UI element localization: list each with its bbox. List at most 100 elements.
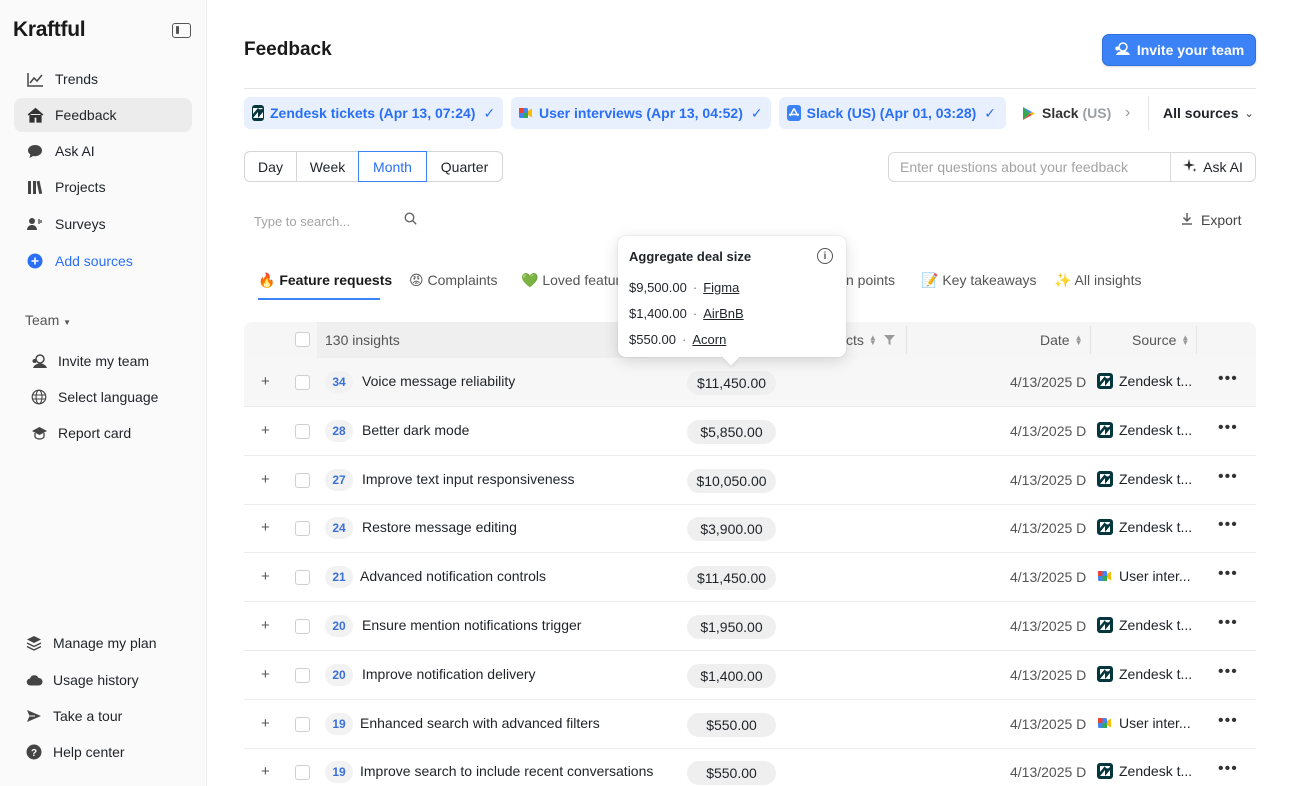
deal-size-pill[interactable]: $1,950.00 — [687, 615, 776, 639]
sidebar-item-ask-ai[interactable]: Ask AI — [14, 134, 192, 168]
expand-row-icon[interactable]: + — [261, 568, 270, 585]
row-checkbox[interactable] — [295, 423, 310, 439]
table-row[interactable]: +19 Improve search to include recent conv… — [244, 748, 1256, 786]
all-sources-dropdown[interactable]: All sources ⌄ — [1163, 105, 1254, 121]
source-chip-slack-us[interactable]: Slack (US) (Apr 01, 03:28) ✓ — [779, 97, 1006, 129]
app-logo[interactable]: Kraftful — [13, 18, 86, 42]
row-checkbox[interactable] — [295, 716, 310, 732]
deal-size-pill[interactable]: $11,450.00 — [687, 566, 776, 591]
invite-team-button[interactable]: Invite your team — [1102, 34, 1256, 66]
sidebar-item-manage-plan[interactable]: Manage my plan — [25, 634, 157, 652]
more-options-icon[interactable]: ••• — [1218, 370, 1238, 388]
deal-size-pill[interactable]: $550.00 — [687, 712, 776, 737]
sidebar-item-take-tour[interactable]: Take a tour — [25, 707, 122, 725]
tab-complaints[interactable]: 😡 Complaints — [409, 272, 498, 289]
tab-all-insights[interactable]: ✨ All insights — [1054, 272, 1141, 289]
period-day-button[interactable]: Day — [244, 151, 297, 182]
deal-size-pill[interactable]: $5,850.00 — [687, 419, 776, 444]
more-options-icon[interactable]: ••• — [1218, 516, 1238, 534]
expand-row-icon[interactable]: + — [261, 715, 270, 732]
insight-title[interactable]: Ensure mention notifications trigger — [362, 617, 581, 633]
deal-size-pill[interactable]: $3,900.00 — [687, 517, 776, 542]
company-link[interactable]: Figma — [703, 280, 739, 295]
sidebar-item-select-language[interactable]: Select language — [30, 388, 158, 406]
export-button[interactable]: Export — [1181, 212, 1241, 228]
expand-row-icon[interactable]: + — [261, 422, 270, 439]
source-chip-user-interviews[interactable]: User interviews (Apr 13, 04:52) ✓ — [511, 97, 771, 129]
row-checkbox[interactable] — [295, 619, 310, 634]
more-options-icon[interactable]: ••• — [1218, 760, 1238, 778]
search-icon[interactable] — [404, 212, 417, 228]
row-checkbox[interactable] — [295, 375, 310, 390]
deal-size-pill[interactable]: $10,050.00 — [687, 468, 776, 493]
company-link[interactable]: Acorn — [692, 332, 726, 347]
team-section-toggle[interactable]: Team ▼ — [25, 312, 71, 328]
more-options-icon[interactable]: ••• — [1218, 565, 1238, 583]
insight-title[interactable]: Better dark mode — [362, 422, 469, 438]
insight-title[interactable]: Advanced notification controls — [360, 568, 546, 584]
sidebar-item-feedback[interactable]: Feedback — [14, 98, 192, 132]
table-row[interactable]: +21 Advanced notification controls $11,450… — [244, 553, 1256, 603]
row-checkbox[interactable] — [295, 667, 310, 683]
insight-title[interactable]: Improve text input responsiveness — [362, 471, 574, 487]
insight-title[interactable]: Voice message reliability — [362, 373, 515, 389]
tab-loved-features[interactable]: 💚 Loved feature — [521, 272, 628, 289]
col-header-impacts[interactable]: cts ▲ ▼ — [846, 332, 895, 348]
expand-row-icon[interactable]: + — [261, 471, 270, 488]
deal-size-pill[interactable]: $11,450.00 — [687, 371, 776, 395]
insight-title[interactable]: Improve search to include recent convers… — [360, 763, 653, 779]
tab-key-takeaways[interactable]: 📝 Key takeaways — [921, 272, 1036, 289]
search-input[interactable] — [254, 211, 404, 231]
insight-title[interactable]: Improve notification delivery — [362, 666, 536, 682]
row-checkbox[interactable] — [295, 521, 310, 537]
expand-row-icon[interactable]: + — [261, 617, 270, 634]
sidebar-item-trends[interactable]: Trends — [14, 62, 192, 96]
more-options-icon[interactable]: ••• — [1218, 712, 1238, 730]
table-row[interactable]: +20 Improve notification delivery $1,400.0… — [244, 651, 1256, 700]
table-row[interactable]: +20 Ensure mention notifications trigger $… — [244, 602, 1256, 651]
table-row[interactable]: +34 Voice message reliability $11,450.00 4/… — [244, 358, 1256, 407]
company-link[interactable]: AirBnB — [703, 306, 743, 321]
period-week-button[interactable]: Week — [296, 151, 359, 182]
more-options-icon[interactable]: ••• — [1218, 419, 1238, 437]
table-row[interactable]: +28 Better dark mode $5,850.00 4/13/2025 D Z… — [244, 407, 1256, 456]
sidebar-item-help-center[interactable]: ? Help center — [25, 743, 125, 761]
more-options-icon[interactable]: ••• — [1218, 663, 1238, 681]
source-chip-slack-play[interactable]: Slack (US) — [1020, 97, 1120, 129]
sidebar-item-projects[interactable]: Projects — [14, 170, 192, 204]
period-month-button[interactable]: Month — [358, 151, 427, 182]
expand-row-icon[interactable]: + — [261, 519, 270, 536]
sidebar-item-add-sources[interactable]: Add sources — [14, 244, 192, 278]
col-header-source[interactable]: Source ▲ ▼ — [1132, 332, 1189, 348]
sidebar-item-report-card[interactable]: Report card — [30, 424, 131, 442]
table-row[interactable]: +24 Restore message editing $3,900.00 4/13/… — [244, 504, 1256, 554]
filter-icon[interactable] — [883, 335, 895, 345]
row-checkbox[interactable] — [295, 472, 310, 488]
collapse-sidebar-icon[interactable] — [172, 23, 191, 38]
sidebar-item-surveys[interactable]: Surveys — [14, 207, 192, 241]
chevron-right-icon[interactable]: › — [1125, 104, 1130, 122]
deal-size-pill[interactable]: $1,400.00 — [687, 663, 776, 688]
deal-size-pill[interactable]: $550.00 — [687, 761, 776, 786]
insight-title[interactable]: Enhanced search with advanced filters — [360, 715, 600, 731]
ask-ai-button[interactable]: Ask AI — [1170, 152, 1256, 182]
expand-row-icon[interactable]: + — [261, 763, 270, 780]
expand-row-icon[interactable]: + — [261, 666, 270, 683]
sidebar-item-usage-history[interactable]: Usage history — [25, 671, 139, 689]
period-quarter-button[interactable]: Quarter — [426, 151, 503, 182]
more-options-icon[interactable]: ••• — [1218, 468, 1238, 486]
row-checkbox[interactable] — [295, 765, 310, 781]
ask-question-input[interactable] — [888, 152, 1171, 182]
expand-row-icon[interactable]: + — [261, 373, 270, 390]
tab-pain-points[interactable]: n points — [846, 272, 895, 288]
select-all-checkbox[interactable] — [295, 332, 310, 347]
info-icon[interactable]: i — [817, 248, 833, 264]
more-options-icon[interactable]: ••• — [1218, 614, 1238, 632]
table-row[interactable]: +27 Improve text input responsiveness $10,… — [244, 456, 1256, 505]
tab-feature-requests[interactable]: 🔥 Feature requests — [258, 272, 392, 289]
table-row[interactable]: +19 Enhanced search with advanced filters… — [244, 700, 1256, 749]
col-header-date[interactable]: Date ▲ ▼ — [1040, 332, 1083, 348]
source-chip-zendesk[interactable]: Zendesk tickets (Apr 13, 07:24) ✓ — [244, 97, 503, 129]
sidebar-item-invite-team[interactable]: Invite my team — [30, 352, 149, 370]
insight-title[interactable]: Restore message editing — [362, 519, 517, 535]
